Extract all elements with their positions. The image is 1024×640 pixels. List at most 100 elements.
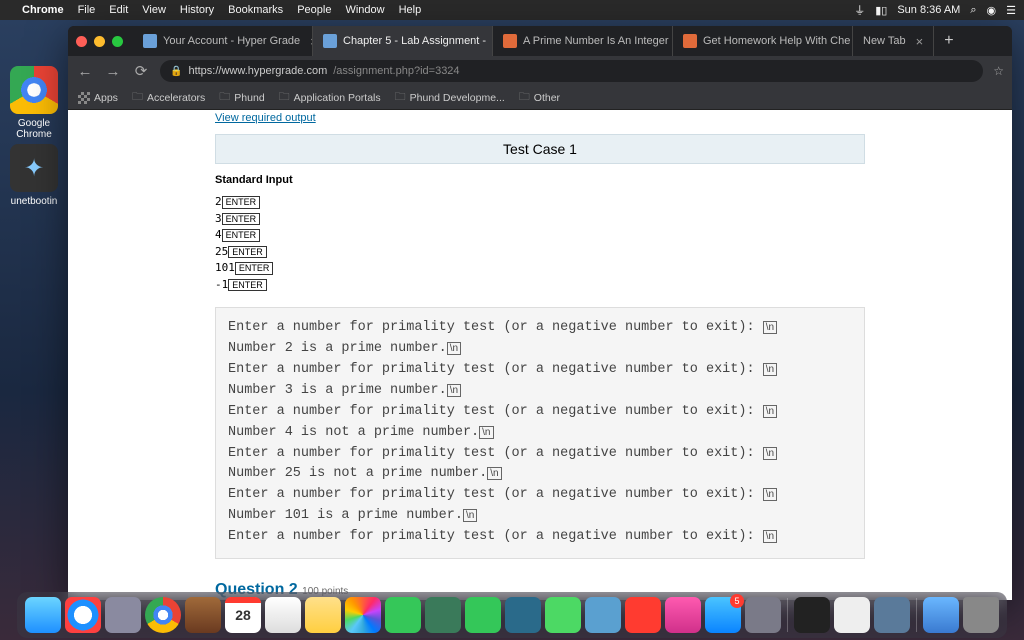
folder-icon: 🗀 xyxy=(219,88,230,107)
testcase-header: Test Case 1 xyxy=(215,134,865,164)
bookmark-star-icon[interactable]: ☆ xyxy=(993,64,1004,78)
window-titlebar[interactable]: Your Account - Hyper Grade × Chapter 5 -… xyxy=(68,26,1012,56)
bm-label: Other xyxy=(534,92,560,104)
tab-label: Chapter 5 - Lab Assignment - xyxy=(343,35,486,47)
dock-appstore[interactable]: 5 xyxy=(705,597,741,633)
notification-center-icon[interactable]: ☰ xyxy=(1006,4,1016,17)
window-maximize-button[interactable] xyxy=(112,36,123,47)
bm-phund-dev[interactable]: 🗀Phund Developme... xyxy=(395,88,505,107)
dock-textedit[interactable] xyxy=(834,597,870,633)
bm-application-portals[interactable]: 🗀 Application Portals xyxy=(279,88,381,107)
view-required-output-link[interactable]: View required output xyxy=(215,112,316,124)
dock-chrome[interactable] xyxy=(145,597,181,633)
output-line: Enter a number for primality test (or a … xyxy=(228,360,852,381)
newline-icon: \n xyxy=(763,363,777,376)
output-line: Enter a number for primality test (or a … xyxy=(228,402,852,423)
enter-key-icon: ENTER xyxy=(222,196,261,209)
dock-notes[interactable] xyxy=(305,597,341,633)
wifi-icon[interactable]: ⏚ xyxy=(854,2,865,18)
stdin-line: 4ENTER xyxy=(215,227,865,244)
tab-your-account[interactable]: Your Account - Hyper Grade × xyxy=(133,26,313,56)
menu-people[interactable]: People xyxy=(297,4,331,16)
browser-toolbar: ← → ⟳ 🔒 https://www.hypergrade.com/assig… xyxy=(68,56,1012,86)
dock-finder[interactable] xyxy=(25,597,61,633)
dock-photos[interactable] xyxy=(345,597,381,633)
stdin-line: 3ENTER xyxy=(215,211,865,228)
dock-reminders[interactable] xyxy=(265,597,301,633)
dock-launchpad[interactable] xyxy=(105,597,141,633)
dock-utility[interactable] xyxy=(874,597,910,633)
dock: 28 5 xyxy=(17,592,1007,638)
battery-icon[interactable]: ▮▯ xyxy=(875,4,887,17)
dock-numbers[interactable] xyxy=(545,597,581,633)
output-line: Enter a number for primality test (or a … xyxy=(228,318,852,339)
dock-trash[interactable] xyxy=(963,597,999,633)
menu-edit[interactable]: Edit xyxy=(109,4,128,16)
menu-file[interactable]: File xyxy=(78,4,96,16)
tab-close-icon[interactable]: × xyxy=(916,34,924,49)
dock-music[interactable] xyxy=(665,597,701,633)
reload-button[interactable]: ⟳ xyxy=(132,62,150,80)
bm-accelerators[interactable]: 🗀Accelerators xyxy=(132,88,205,107)
bm-other[interactable]: 🗀 Other xyxy=(519,88,560,107)
assignment-content: View required output Test Case 1 Standar… xyxy=(195,110,885,600)
tab-new-tab[interactable]: New Tab × xyxy=(853,26,934,56)
dock-calendar[interactable]: 28 xyxy=(225,597,261,633)
stdin-label: Standard Input xyxy=(215,174,865,186)
folder-icon: 🗀 xyxy=(279,88,290,107)
menu-view[interactable]: View xyxy=(142,4,166,16)
dock-preview[interactable] xyxy=(585,597,621,633)
desktop-icon-unetbootin[interactable]: ✦ unetbootin xyxy=(4,144,64,207)
forward-button[interactable]: → xyxy=(104,63,122,80)
dock-maps[interactable] xyxy=(425,597,461,633)
dock-facetime[interactable] xyxy=(465,597,501,633)
chrome-icon xyxy=(10,66,58,114)
output-line: Enter a number for primality test (or a … xyxy=(228,527,852,548)
bm-label: Application Portals xyxy=(294,92,381,104)
bm-label: Apps xyxy=(94,92,118,104)
newline-icon: \n xyxy=(763,405,777,418)
stdin-line: 101ENTER xyxy=(215,260,865,277)
menu-history[interactable]: History xyxy=(180,4,214,16)
new-tab-button[interactable]: + xyxy=(934,26,963,56)
dock-blocked[interactable] xyxy=(625,597,661,633)
dock-messages[interactable] xyxy=(385,597,421,633)
dock-downloads[interactable] xyxy=(923,597,959,633)
bm-phund[interactable]: 🗀 Phund xyxy=(219,88,264,107)
folder-icon: 🗀 xyxy=(395,88,406,107)
menubar-app[interactable]: Chrome xyxy=(22,4,64,16)
dock-contacts[interactable] xyxy=(185,597,221,633)
tab-homework-help[interactable]: Get Homework Help With Che × xyxy=(673,26,853,56)
window-close-button[interactable] xyxy=(76,36,87,47)
dock-terminal[interactable] xyxy=(794,597,830,633)
tab-lab-assignment[interactable]: Chapter 5 - Lab Assignment - × xyxy=(313,26,493,56)
url-host: https://www.hypergrade.com xyxy=(188,65,327,77)
address-bar[interactable]: 🔒 https://www.hypergrade.com/assignment.… xyxy=(160,60,983,82)
bm-apps[interactable]: Apps xyxy=(78,92,118,104)
menu-bookmarks[interactable]: Bookmarks xyxy=(228,4,283,16)
siri-icon[interactable]: ◉ xyxy=(987,4,997,17)
tab-prime-number[interactable]: A Prime Number Is An Integer × xyxy=(493,26,673,56)
page-viewport[interactable]: View required output Test Case 1 Standar… xyxy=(68,110,1012,600)
apps-grid-icon xyxy=(78,92,90,104)
menu-help[interactable]: Help xyxy=(399,4,422,16)
dock-stocks[interactable] xyxy=(505,597,541,633)
folder-icon: 🗀 xyxy=(132,88,143,107)
back-button[interactable]: ← xyxy=(76,63,94,80)
tab-label: A Prime Number Is An Integer xyxy=(523,35,669,47)
newline-icon: \n xyxy=(763,447,777,460)
folder-icon: 🗀 xyxy=(519,88,530,107)
desktop-icon-chrome[interactable]: Google Chrome xyxy=(4,66,64,140)
newline-icon: \n xyxy=(447,384,461,397)
output-line: Number 3 is a prime number.\n xyxy=(228,381,852,402)
window-minimize-button[interactable] xyxy=(94,36,105,47)
menu-window[interactable]: Window xyxy=(345,4,384,16)
output-line: Number 4 is not a prime number.\n xyxy=(228,423,852,444)
clock[interactable]: Sun 8:36 AM xyxy=(897,4,960,16)
bm-label: Phund xyxy=(234,92,264,104)
spotlight-icon[interactable]: ⌕ xyxy=(970,4,976,17)
desktop: Google Chrome ✦ unetbootin Your Account … xyxy=(0,20,1024,640)
output-line: Enter a number for primality test (or a … xyxy=(228,485,852,506)
dock-settings[interactable] xyxy=(745,597,781,633)
dock-safari[interactable] xyxy=(65,597,101,633)
